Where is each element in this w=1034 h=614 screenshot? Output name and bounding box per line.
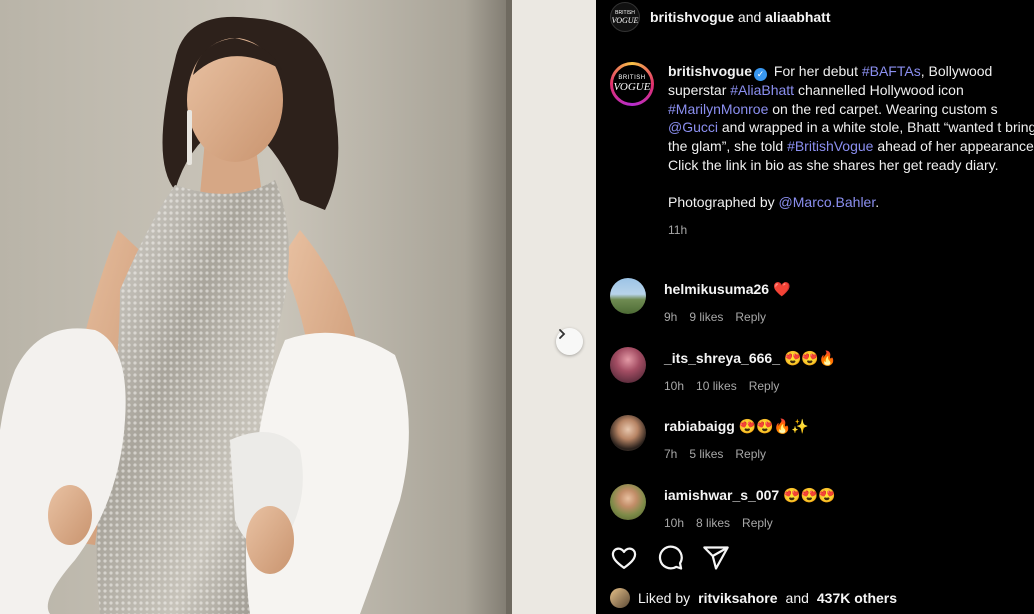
comment-text: 😍😍😍 [783,487,836,503]
caption-segment: For her debut [770,63,862,79]
comment-item: helmikusuma26 ❤️ 9h 9 likes Reply [610,278,1030,324]
comment-text: 😍😍🔥✨ [738,418,809,434]
comment-text: ❤️ [773,281,791,297]
caption-username[interactable]: britishvogue [668,63,752,79]
comment-item: _its_shreya_666_ 😍😍🔥 10h 10 likes Reply [610,347,1030,393]
share-button[interactable] [702,544,730,572]
likes-prefix: Liked by [638,590,691,606]
comment-icon [658,545,683,570]
next-image-button[interactable] [556,328,583,355]
post-side-panel: BRITISH VOGUE britishvogue and aliaabhat… [596,0,1034,614]
post-header: BRITISH VOGUE britishvogue and aliaabhat… [610,0,831,34]
comment-item: rabiabaigg 😍😍🔥✨ 7h 5 likes Reply [610,415,1030,461]
chevron-right-icon [559,329,566,339]
caption-segment: channelled Hollywood icon [794,82,964,98]
header-usernames: britishvogue and aliaabhatt [650,9,831,25]
post-actions-bar [610,544,730,572]
commenter-avatar[interactable] [610,347,646,383]
comment-time: 7h [664,447,678,461]
verified-badge-icon: ✓ [754,68,768,81]
photo-illustration [0,0,596,614]
comment-text: 😍😍🔥 [784,350,837,366]
like-button[interactable] [610,544,638,572]
share-icon [703,546,729,570]
caption-avatar[interactable]: BRITISH VOGUE [610,62,654,106]
heart-icon [611,547,637,570]
avatar-label: VOGUE [611,16,639,25]
comment-username[interactable]: iamishwar_s_007 [664,487,779,503]
liker-username[interactable]: ritviksahore [698,590,777,606]
mention-link[interactable]: @Marco.Bahler [779,194,876,210]
hashtag-link[interactable]: #BritishVogue [787,138,873,154]
comment-time: 9h [664,310,678,324]
avatar-label-main: VOGUE [613,81,651,93]
reply-button[interactable]: Reply [735,447,766,461]
hashtag-link[interactable]: #AliaBhatt [730,82,794,98]
hashtag-link[interactable]: #MarilynMonroe [668,101,768,117]
caption-text: britishvogue ✓ For her debut #BAFTAs, Bol… [668,62,1034,240]
comment-time: 10h [664,516,685,530]
author-avatar[interactable]: BRITISH VOGUE [610,2,640,32]
caption-segment: Photographed by [668,193,779,210]
header-user-aliaabhatt[interactable]: aliaabhatt [765,9,830,25]
likes-and: and [785,590,809,606]
mention-link[interactable]: @Gucci [668,119,718,135]
caption-segment: on the red carpet. Wearing custom s [768,100,998,117]
reply-button[interactable]: Reply [742,516,773,530]
liker-avatar[interactable] [610,588,630,608]
likes-summary: Liked by ritviksahore and 437K others [610,588,897,608]
caption-segment: . [875,193,880,210]
comment-item: iamishwar_s_007 😍😍😍 10h 8 likes Reply [610,484,1030,530]
reply-button[interactable]: Reply [735,310,766,324]
hashtag-link[interactable]: #BAFTAs [862,63,921,79]
commenter-avatar[interactable] [610,278,646,314]
reply-button[interactable]: Reply [749,379,780,393]
comment-time: 10h [664,379,685,393]
comment-button[interactable] [656,544,684,572]
comment-username[interactable]: helmikusuma26 [664,281,769,297]
header-and: and [737,9,762,25]
header-user-britishvogue[interactable]: britishvogue [650,9,734,25]
post-photo[interactable] [0,0,596,614]
comment-likes[interactable]: 10 likes [696,379,737,393]
comment-likes[interactable]: 5 likes [689,447,723,461]
comment-likes[interactable]: 9 likes [689,310,723,324]
comment-username[interactable]: rabiabaigg [664,418,735,434]
commenter-avatar[interactable] [610,415,646,451]
comment-username[interactable]: _its_shreya_666_ [664,350,780,366]
comment-likes[interactable]: 8 likes [696,516,730,530]
caption-block: BRITISH VOGUE britishvogue ✓ For her debu… [610,62,1034,240]
commenter-avatar[interactable] [610,484,646,520]
caption-timestamp: 11h [668,223,688,238]
likes-count[interactable]: 437K others [817,590,897,606]
